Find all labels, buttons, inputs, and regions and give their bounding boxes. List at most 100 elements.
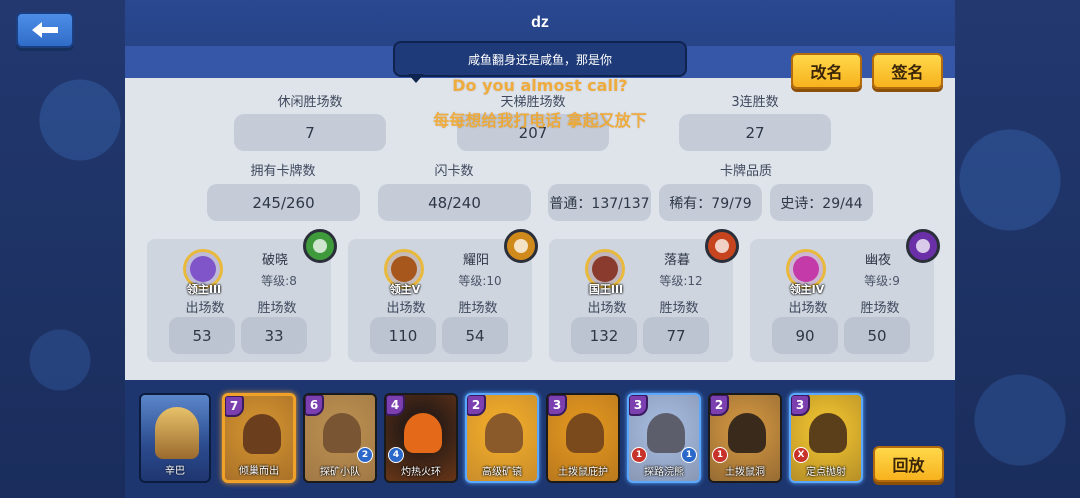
flash-cards-value: 48/240 bbox=[378, 184, 531, 221]
card-cost: 2 bbox=[710, 395, 729, 416]
hero-card[interactable]: 领主III 破晓 等级:8 出场数 胜场数 53 33 bbox=[147, 229, 337, 362]
rename-button[interactable]: 改名 bbox=[791, 53, 862, 89]
streak-wins-value: 27 bbox=[679, 114, 831, 151]
hero-wins-value: 54 bbox=[442, 317, 508, 354]
deck-card[interactable]: 2 1 土拨鼠洞 bbox=[708, 393, 782, 483]
hero-card[interactable]: 领主V 耀阳 等级:10 出场数 胜场数 110 54 bbox=[348, 229, 538, 362]
card-name: 定点抛射 bbox=[806, 467, 846, 478]
hero-faction-icon bbox=[504, 229, 538, 263]
quality-common: 普通：137/137 bbox=[548, 184, 651, 221]
card-tag-icon: X bbox=[793, 447, 809, 463]
card-name: 高级矿镐 bbox=[482, 467, 522, 478]
hero-card[interactable]: 领主IV 幽夜 等级:9 出场数 胜场数 90 50 bbox=[750, 229, 940, 362]
back-arrow-icon bbox=[32, 22, 58, 38]
hero-appear-label: 出场数 bbox=[788, 301, 828, 316]
card-figure bbox=[243, 414, 281, 454]
card-figure bbox=[566, 413, 604, 453]
hero-appear-value: 132 bbox=[571, 317, 637, 354]
leader-card[interactable]: 辛巴 bbox=[139, 393, 211, 483]
card-cost: 4 bbox=[386, 395, 405, 416]
card-cost: 3 bbox=[629, 395, 648, 416]
card-figure bbox=[728, 413, 766, 453]
hero-wins-label: 胜场数 bbox=[458, 301, 498, 316]
overlay-line-2: 每每想给我打电话 拿起又放下 bbox=[433, 111, 647, 130]
card-figure bbox=[647, 413, 685, 453]
deck-card[interactable]: 7 倾巢而出 bbox=[222, 393, 296, 483]
hero-level: 等级:10 bbox=[458, 274, 502, 288]
card-tag-icon: 4 bbox=[388, 447, 404, 463]
hero-name: 幽夜 bbox=[864, 253, 891, 268]
signature-bubble: 咸鱼翻身还是咸鱼，那是你 bbox=[393, 41, 687, 77]
deck-card[interactable]: 3 1 1 探路浣熊 bbox=[627, 393, 701, 483]
card-tag-icon: 1 bbox=[712, 447, 728, 463]
hero-level: 等级:8 bbox=[261, 274, 297, 288]
streak-wins-label: 3连胜数 bbox=[731, 95, 779, 110]
card-figure bbox=[809, 413, 847, 453]
card-name: 土拨鼠庇护 bbox=[558, 467, 608, 478]
hero-wins-label: 胜场数 bbox=[860, 301, 900, 316]
hero-wins-label: 胜场数 bbox=[659, 301, 699, 316]
card-name: 倾巢而出 bbox=[239, 466, 279, 477]
hero-wins-value: 33 bbox=[241, 317, 307, 354]
hero-level: 等级:12 bbox=[659, 274, 703, 288]
quality-rare: 稀有：79/79 bbox=[659, 184, 762, 221]
card-figure bbox=[485, 413, 523, 453]
card-tag-icon: 1 bbox=[681, 447, 697, 463]
deck-bar: 辛巴 7 倾巢而出 6 2 探矿小队 4 4 灼热火环 2 高级矿镐 3 土拨鼠… bbox=[125, 380, 955, 498]
deck-card[interactable]: 3 土拨鼠庇护 bbox=[546, 393, 620, 483]
hero-rank: 国王III bbox=[588, 283, 624, 296]
quality-epic: 史诗：29/44 bbox=[770, 184, 873, 221]
card-quality-label: 卡牌品质 bbox=[719, 164, 772, 179]
card-cost: 2 bbox=[467, 395, 486, 416]
back-button[interactable] bbox=[16, 12, 74, 48]
casual-wins-value: 7 bbox=[234, 114, 386, 151]
hero-wins-value: 50 bbox=[844, 317, 910, 354]
casual-wins-label: 休闲胜场数 bbox=[277, 95, 343, 110]
card-figure bbox=[404, 413, 442, 453]
hero-name: 耀阳 bbox=[462, 253, 489, 268]
hero-appear-value: 90 bbox=[772, 317, 838, 354]
hero-appear-value: 53 bbox=[169, 317, 235, 354]
deck-card[interactable]: 6 2 探矿小队 bbox=[303, 393, 377, 483]
leader-portrait bbox=[155, 407, 199, 459]
card-cost: 3 bbox=[548, 395, 567, 416]
hero-appear-value: 110 bbox=[370, 317, 436, 354]
flash-cards-label: 闪卡数 bbox=[434, 164, 474, 179]
deck-card[interactable]: 3 X 定点抛射 bbox=[789, 393, 863, 483]
leader-name: 辛巴 bbox=[165, 466, 185, 477]
deck-card[interactable]: 4 4 灼热火环 bbox=[384, 393, 458, 483]
card-cost: 6 bbox=[305, 395, 324, 416]
hero-appear-label: 出场数 bbox=[185, 301, 225, 316]
hero-faction-icon bbox=[906, 229, 940, 263]
deck-card[interactable]: 2 高级矿镐 bbox=[465, 393, 539, 483]
hero-card[interactable]: 国王III 落暮 等级:12 出场数 胜场数 132 77 bbox=[549, 229, 739, 362]
hero-wins-label: 胜场数 bbox=[257, 301, 297, 316]
card-name: 灼热火环 bbox=[401, 467, 441, 478]
card-figure bbox=[323, 413, 361, 453]
hero-wins-value: 77 bbox=[643, 317, 709, 354]
replay-button[interactable]: 回放 bbox=[873, 446, 944, 482]
profile-panel: dz 咸鱼翻身还是咸鱼，那是你 改名 签名 休闲胜场数 7 天梯胜场数 207 … bbox=[125, 0, 955, 498]
card-name: 探矿小队 bbox=[320, 467, 360, 478]
card-cost: 3 bbox=[791, 395, 810, 416]
overlay-line-1: Do you almost call? bbox=[452, 76, 628, 95]
hero-name: 破晓 bbox=[261, 253, 288, 268]
hero-rank: 领主V bbox=[389, 283, 421, 296]
hero-appear-label: 出场数 bbox=[587, 301, 627, 316]
owned-cards-label: 拥有卡牌数 bbox=[250, 164, 316, 179]
hero-faction-icon bbox=[303, 229, 337, 263]
card-name: 土拨鼠洞 bbox=[725, 467, 765, 478]
hero-appear-label: 出场数 bbox=[386, 301, 426, 316]
card-tag-icon: 2 bbox=[357, 447, 373, 463]
card-cost: 7 bbox=[225, 396, 244, 417]
hero-level: 等级:9 bbox=[864, 274, 900, 288]
hero-rank: 领主IV bbox=[789, 283, 825, 296]
card-tag-icon: 1 bbox=[631, 447, 647, 463]
signature-button[interactable]: 签名 bbox=[872, 53, 943, 89]
hero-name: 落暮 bbox=[663, 253, 690, 268]
card-name: 探路浣熊 bbox=[644, 467, 684, 478]
hero-faction-icon bbox=[705, 229, 739, 263]
owned-cards-value: 245/260 bbox=[207, 184, 360, 221]
hero-rank: 领主III bbox=[186, 283, 222, 296]
player-name: dz bbox=[531, 14, 549, 31]
